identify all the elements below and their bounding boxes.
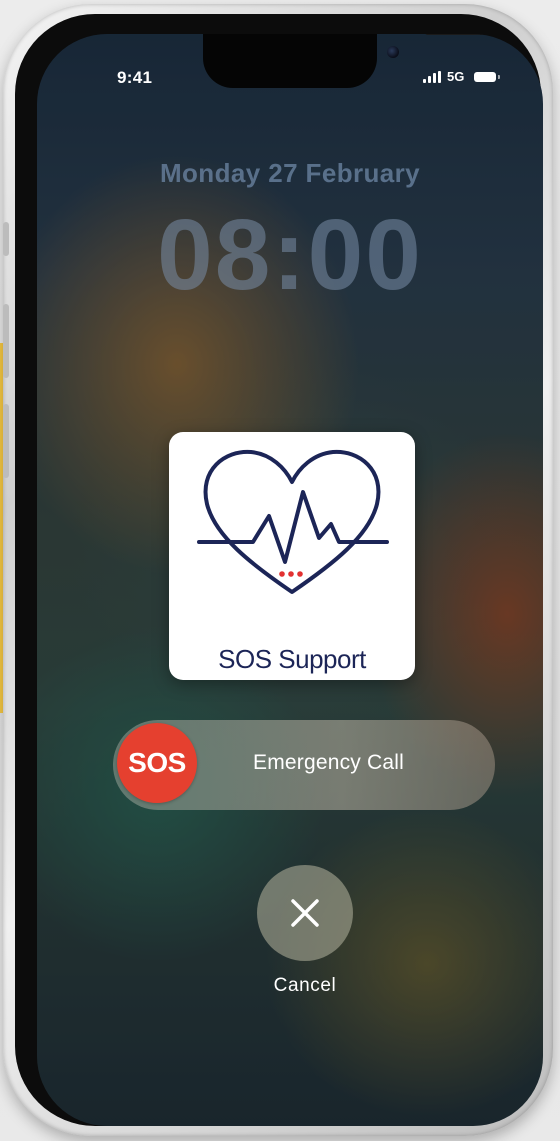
lock-screen-clock: 08:00 — [157, 199, 423, 311]
speaker-grille — [425, 34, 487, 35]
cancel-button[interactable] — [257, 865, 353, 961]
notch — [203, 34, 487, 88]
front-camera — [387, 46, 399, 58]
heart-pulse-icon — [197, 449, 389, 594]
signal-bars-icon — [423, 70, 441, 83]
phone-frame: 9:41 5G Monday 27 February 08:00 SOS Sup… — [3, 4, 553, 1136]
status-time: 9:41 — [117, 68, 153, 87]
emergency-call-label: Emergency Call — [253, 751, 405, 774]
close-icon — [291, 899, 319, 927]
sos-support-app-card[interactable]: SOS Support — [169, 432, 415, 680]
side-button-mute — [3, 222, 9, 256]
lock-screen-date: Monday 27 February — [159, 158, 421, 188]
sos-slider-knob[interactable]: SOS — [117, 723, 197, 803]
side-button-volume-down — [3, 404, 9, 478]
network-label: 5G — [447, 69, 465, 84]
page: 9:41 5G Monday 27 February 08:00 SOS Sup… — [0, 0, 560, 1141]
side-button-volume-up — [3, 304, 9, 378]
battery-icon — [474, 71, 501, 82]
status-indicators: 5G — [423, 69, 501, 84]
phone-bezel: 9:41 5G Monday 27 February 08:00 SOS Sup… — [15, 14, 543, 1126]
app-name: SOS Support — [218, 644, 366, 674]
lock-screen: 9:41 5G Monday 27 February 08:00 SOS Sup… — [37, 34, 543, 1126]
emergency-call-slider[interactable]: SOS Emergency Call — [113, 720, 495, 810]
cancel-label: Cancel — [273, 975, 337, 996]
